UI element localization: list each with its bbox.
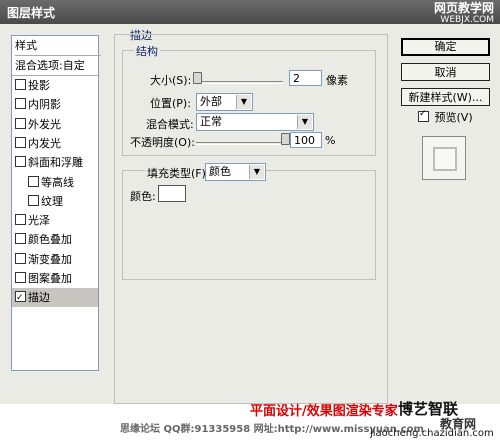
style-item[interactable]: 渐变叠加 xyxy=(12,250,98,269)
style-item[interactable]: 外发光 xyxy=(12,115,98,134)
style-item-checkbox[interactable] xyxy=(15,98,26,110)
style-item-label: 等高线 xyxy=(41,175,74,189)
style-item[interactable]: 投影 xyxy=(12,76,98,95)
fill-type-select[interactable]: 颜色 ▼ xyxy=(205,163,266,181)
style-item[interactable]: 纹理 xyxy=(12,192,98,211)
watermark-red-text: 平面设计/效果图渲染专家 xyxy=(250,404,398,419)
style-item-checkbox[interactable] xyxy=(15,214,26,226)
style-item-checkbox[interactable] xyxy=(15,136,26,148)
watermark-site: 网页教学网 WEBJX.COM xyxy=(434,2,494,26)
style-preview-swatch xyxy=(433,147,457,171)
style-item-checkbox[interactable] xyxy=(28,175,39,187)
style-item-label: 斜面和浮雕 xyxy=(28,156,83,170)
opacity-label: 不透明度(O): xyxy=(130,136,195,149)
position-value: 外部 xyxy=(200,95,222,108)
style-item-checkbox[interactable] xyxy=(28,194,39,206)
cancel-button[interactable]: 取消 xyxy=(401,63,490,81)
style-item-label: 内阴影 xyxy=(28,98,61,112)
style-item-label: 图案叠加 xyxy=(28,272,72,285)
size-label: 大小(S): xyxy=(150,74,192,87)
style-item[interactable]: 光泽 xyxy=(12,211,98,230)
dialog-body: 样式 混合选项:自定 投影内阴影外发光内发光斜面和浮雕等高线纹理光泽颜色叠加渐变… xyxy=(0,24,500,404)
size-input[interactable]: 2 xyxy=(289,70,322,86)
opacity-input[interactable]: 100 xyxy=(290,132,322,148)
watermark-site-name: 网页教学网 xyxy=(433,1,494,15)
window-title: 图层样式 xyxy=(7,6,56,20)
style-item-checkbox[interactable] xyxy=(15,233,26,245)
position-label: 位置(P): xyxy=(150,97,191,110)
size-slider-track[interactable] xyxy=(197,81,283,84)
opacity-unit: % xyxy=(325,134,336,147)
size-slider-thumb[interactable] xyxy=(193,72,202,84)
preview-label: 预览(V) xyxy=(434,111,473,124)
watermark-url: jiaocheng.chazidian.com xyxy=(370,428,494,439)
blend-mode-label: 混合模式: xyxy=(146,118,194,131)
blend-mode-select[interactable]: 正常 ▼ xyxy=(196,113,314,131)
color-label: 颜色: xyxy=(130,190,156,203)
blend-mode-value: 正常 xyxy=(200,115,222,128)
style-item[interactable]: 内发光 xyxy=(12,134,98,153)
structure-title: 结构 xyxy=(134,43,160,59)
style-preview-thumbnail xyxy=(422,136,466,180)
new-style-button[interactable]: 新建样式(W)... xyxy=(401,88,490,106)
style-item[interactable]: 内阴影 xyxy=(12,95,98,114)
opacity-slider-thumb[interactable] xyxy=(281,133,290,145)
style-list: 样式 混合选项:自定 投影内阴影外发光内发光斜面和浮雕等高线纹理光泽颜色叠加渐变… xyxy=(11,35,101,371)
ok-button[interactable]: 确定 xyxy=(401,38,490,56)
color-swatch[interactable] xyxy=(158,185,186,202)
style-item-label: 颜色叠加 xyxy=(28,233,72,247)
chevron-down-icon: ▼ xyxy=(249,165,264,179)
style-item-checkbox[interactable] xyxy=(15,272,26,283)
style-item-checkbox[interactable] xyxy=(15,79,26,90)
style-item[interactable]: 描边 xyxy=(12,288,98,308)
preview-toggle[interactable]: 预览(V) xyxy=(418,109,473,125)
chevron-down-icon: ▼ xyxy=(297,115,312,129)
style-item-label: 描边 xyxy=(28,291,50,305)
style-item-label: 投影 xyxy=(28,79,50,92)
style-item-label: 内发光 xyxy=(28,136,61,150)
style-item-label: 外发光 xyxy=(28,117,61,131)
style-item-checkbox[interactable] xyxy=(15,289,26,308)
style-item[interactable]: 颜色叠加 xyxy=(12,230,98,249)
style-item-checkbox[interactable] xyxy=(15,117,26,129)
style-item[interactable]: 等高线 xyxy=(12,173,98,192)
preview-checkbox[interactable] xyxy=(418,109,429,122)
style-item[interactable]: 图案叠加 xyxy=(12,269,98,288)
opacity-slider-track[interactable] xyxy=(196,142,288,145)
style-item-label: 纹理 xyxy=(41,194,63,208)
style-item-checkbox[interactable] xyxy=(15,156,26,168)
size-unit: 像素 xyxy=(326,74,348,87)
style-item-label: 光泽 xyxy=(28,214,50,228)
style-item[interactable]: 斜面和浮雕 xyxy=(12,153,98,172)
style-item-label: 渐变叠加 xyxy=(28,252,72,266)
blend-options-item[interactable]: 混合选项:自定 xyxy=(12,56,98,76)
title-bar: 图层样式 网页教学网 WEBJX.COM xyxy=(0,0,500,26)
fill-type-label: 填充类型(F): xyxy=(145,165,212,181)
chevron-down-icon: ▼ xyxy=(236,95,251,109)
style-list-header: 样式 xyxy=(15,36,101,56)
position-select[interactable]: 外部 ▼ xyxy=(196,93,253,111)
style-item-checkbox[interactable] xyxy=(15,252,26,264)
fill-type-value: 颜色 xyxy=(209,165,231,178)
